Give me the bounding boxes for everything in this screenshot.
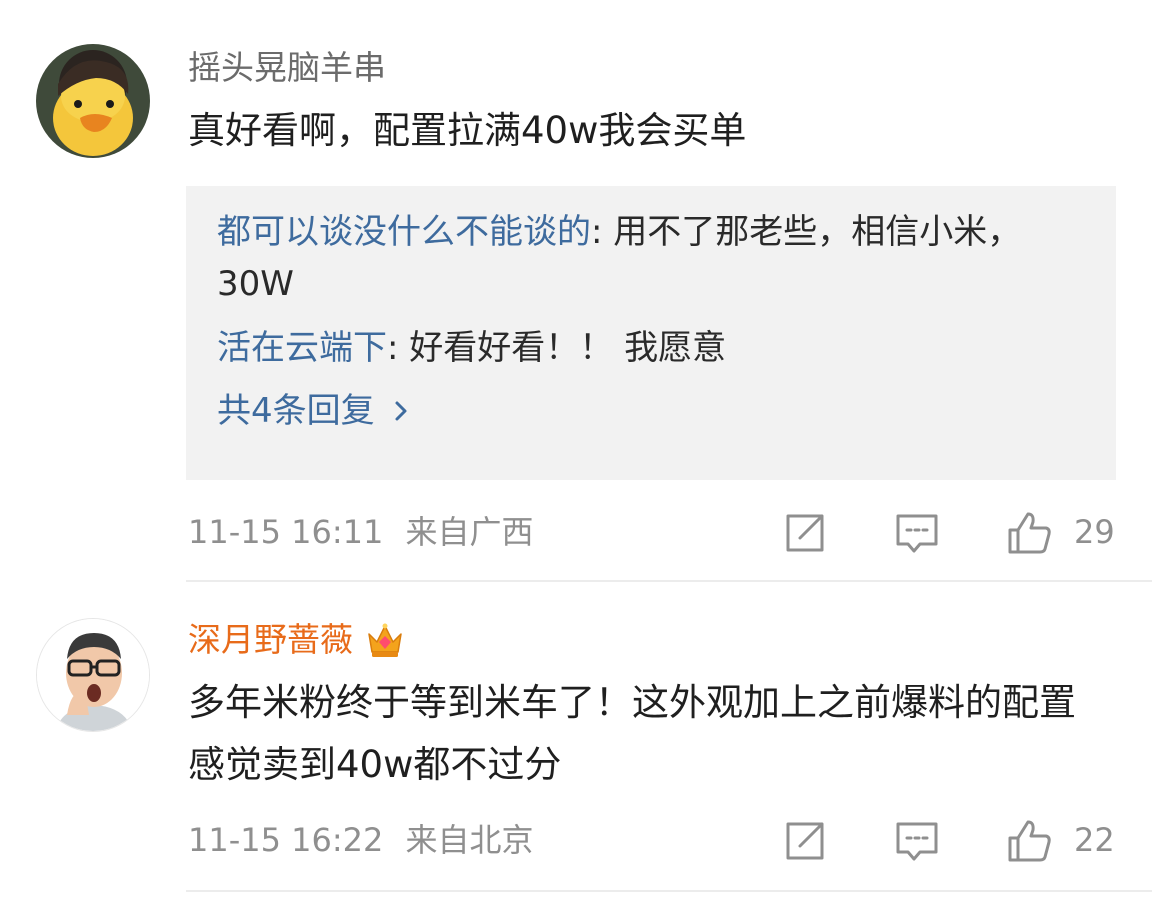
memoji-avatar-icon bbox=[37, 619, 149, 731]
comment-actions: 22 bbox=[760, 812, 1120, 868]
share-icon[interactable] bbox=[782, 818, 828, 864]
like-count: 29 bbox=[1074, 513, 1115, 551]
more-replies-link[interactable]: 共4条回复 bbox=[217, 386, 1086, 436]
reply-item: 活在云端下: 好看好看！！ 我愿意 bbox=[217, 322, 1086, 374]
comment-icon[interactable] bbox=[894, 510, 940, 556]
reply-separator: : bbox=[591, 212, 614, 252]
comment-item: 深月野蔷薇 多年米粉终于等到米车了！这外观加上之前爆料的配置感觉卖到40w都不过… bbox=[0, 582, 1152, 892]
comment-item: 摇头晃脑羊串 真好看啊，配置拉满40w我会买单 都可以谈没什么不能谈的: 用不了… bbox=[0, 0, 1152, 582]
reply-author[interactable]: 都可以谈没什么不能谈的 bbox=[217, 212, 591, 252]
comment-meta: 11-15 16:11 来自广西 bbox=[188, 512, 534, 552]
reply-text: 好看好看！！ 我愿意 bbox=[409, 328, 727, 368]
timestamp: 11-15 16:11 bbox=[188, 513, 384, 551]
comment-actions: 29 bbox=[760, 504, 1120, 560]
thumbs-up-icon[interactable] bbox=[1006, 818, 1052, 864]
timestamp: 11-15 16:22 bbox=[188, 821, 384, 859]
thumbs-up-icon[interactable] bbox=[1006, 510, 1052, 556]
username-label: 深月野蔷薇 bbox=[188, 620, 353, 659]
reply-author[interactable]: 活在云端下 bbox=[217, 328, 387, 368]
location: 来自北京 bbox=[405, 821, 534, 859]
comment-text: 多年米粉终于等到米车了！这外观加上之前爆料的配置感觉卖到40w都不过分 bbox=[188, 681, 1076, 786]
share-icon[interactable] bbox=[782, 510, 828, 556]
comment-icon[interactable] bbox=[894, 818, 940, 864]
username[interactable]: 摇头晃脑羊串 bbox=[188, 48, 386, 88]
crown-icon bbox=[368, 623, 402, 657]
reply-separator: : bbox=[387, 328, 410, 368]
username[interactable]: 深月野蔷薇 bbox=[188, 620, 405, 660]
reply-preview[interactable]: 都可以谈没什么不能谈的: 用不了那老些，相信小米，30W 活在云端下: 好看好看… bbox=[186, 186, 1116, 480]
more-replies-label: 共4条回复 bbox=[217, 391, 375, 431]
chevron-right-icon bbox=[395, 401, 407, 421]
divider bbox=[186, 890, 1152, 892]
avatar[interactable] bbox=[36, 44, 150, 158]
comment-text: 真好看啊，配置拉满40w我会买单 bbox=[188, 109, 747, 152]
duck-avatar-icon bbox=[36, 44, 150, 158]
reply-item: 都可以谈没什么不能谈的: 用不了那老些，相信小米，30W bbox=[217, 206, 1086, 310]
like-count: 22 bbox=[1074, 821, 1115, 859]
comment-meta: 11-15 16:22 来自北京 bbox=[188, 820, 534, 860]
avatar[interactable] bbox=[36, 618, 150, 732]
location: 来自广西 bbox=[405, 513, 534, 551]
